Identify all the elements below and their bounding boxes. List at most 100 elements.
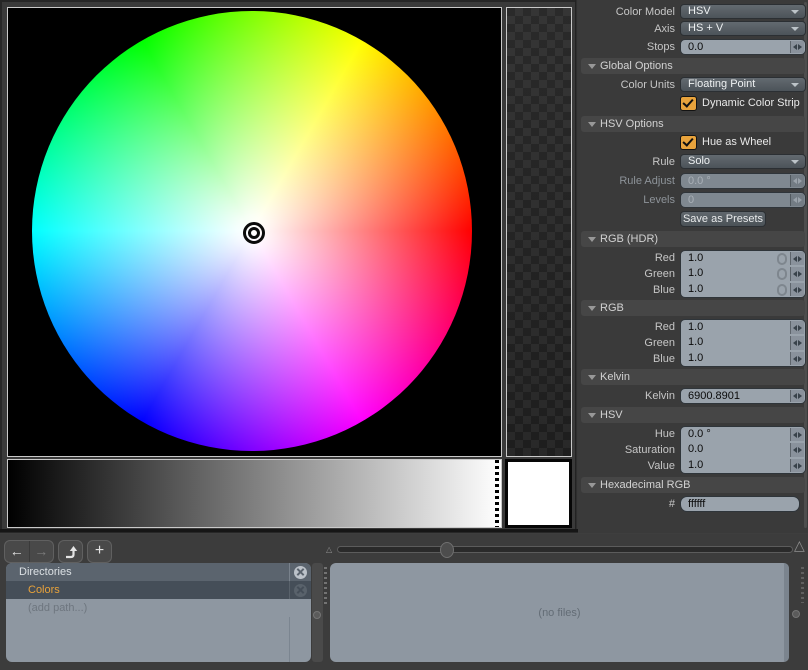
- rgb-red-label: Red: [578, 319, 675, 335]
- value-field[interactable]: 1.0: [680, 458, 806, 474]
- preset-browser: ← → + △ △ Directories Colors (add path..…: [0, 534, 808, 670]
- up-arrow-icon: [64, 545, 78, 559]
- collapse-triangle-icon: [588, 413, 596, 418]
- value-gradient-strip[interactable]: [7, 459, 502, 528]
- spinner-icon[interactable]: [790, 267, 804, 281]
- spinner-icon[interactable]: [790, 352, 804, 365]
- section-hsv[interactable]: HSV: [581, 407, 805, 423]
- splitter-dots: [801, 567, 804, 603]
- mini-dial-icon[interactable]: [777, 268, 787, 280]
- thumb-size-min-icon[interactable]: △: [326, 545, 332, 555]
- alpha-strip[interactable]: [506, 7, 572, 457]
- collapse-triangle-icon: [588, 306, 596, 311]
- dynamic-color-strip-label: Dynamic Color Strip: [702, 96, 800, 111]
- save-as-presets-button[interactable]: Save as Presets: [680, 211, 766, 227]
- hex-field[interactable]: ffffff: [680, 496, 800, 512]
- thumbnail-size-slider[interactable]: [337, 546, 793, 553]
- hdr-blue-field[interactable]: 1.0: [680, 282, 806, 298]
- value-marker[interactable]: [495, 460, 499, 527]
- hdr-red-field[interactable]: 1.0: [680, 250, 806, 266]
- rgb-green-field[interactable]: 1.0: [680, 335, 806, 351]
- spinner-icon[interactable]: [790, 283, 804, 296]
- files-panel: (no files): [330, 563, 789, 662]
- color-model-dropdown[interactable]: HSV: [680, 4, 806, 19]
- hex-label: #: [578, 496, 675, 512]
- kelvin-field[interactable]: 6900.8901: [680, 388, 806, 404]
- column-divider: [289, 617, 290, 662]
- levels-label: Levels: [578, 192, 675, 208]
- directory-item-colors[interactable]: Colors: [6, 581, 311, 599]
- rgb-green-label: Green: [578, 335, 675, 351]
- section-rgb[interactable]: RGB: [581, 300, 805, 316]
- parameter-panel: Color Model HSV Axis HS + V Stops 0.0 Gl…: [578, 0, 808, 533]
- mini-dial-icon[interactable]: [777, 284, 787, 296]
- rule-adjust-field: 0.0 °: [680, 173, 806, 189]
- collapse-triangle-icon: [588, 237, 596, 242]
- spinner-icon[interactable]: [790, 321, 804, 334]
- history-button-group: ← →: [4, 540, 54, 563]
- collapse-triangle-icon: [588, 483, 596, 488]
- hue-as-wheel-checkbox[interactable]: [680, 135, 697, 150]
- directories-header[interactable]: Directories: [6, 563, 311, 581]
- current-color-swatch: [505, 459, 572, 528]
- window-edge-left: [0, 0, 2, 533]
- rule-label: Rule: [578, 154, 675, 170]
- section-rgb-hdr[interactable]: RGB (HDR): [581, 231, 805, 247]
- add-button[interactable]: +: [87, 540, 112, 563]
- collapse-triangle-icon: [588, 375, 596, 380]
- chevron-down-icon: [791, 10, 799, 14]
- rgb-blue-label: Blue: [578, 351, 675, 367]
- hue-label: Hue: [578, 426, 675, 442]
- stops-label: Stops: [578, 39, 675, 55]
- splitter-dots: [324, 567, 327, 605]
- spinner-icon[interactable]: [790, 336, 804, 350]
- section-hexadecimal-rgb[interactable]: Hexadecimal RGB: [581, 477, 805, 493]
- chevron-down-icon: [791, 160, 799, 164]
- back-button[interactable]: ←: [5, 541, 30, 562]
- stops-field[interactable]: 0.0: [680, 39, 806, 55]
- chevron-down-icon: [791, 83, 799, 87]
- rgb-blue-field[interactable]: 1.0: [680, 351, 806, 367]
- color-units-dropdown[interactable]: Floating Point: [680, 77, 806, 92]
- hdr-red-label: Red: [578, 250, 675, 266]
- gear-icon[interactable]: [294, 566, 307, 579]
- up-directory-button[interactable]: [58, 540, 83, 563]
- collapse-triangle-icon: [588, 64, 596, 69]
- splitter-knob[interactable]: [313, 611, 321, 619]
- dynamic-color-strip-checkbox[interactable]: [680, 96, 697, 111]
- spinner-icon[interactable]: [790, 41, 804, 53]
- splitter-knob[interactable]: [792, 610, 800, 618]
- color-wheel-viewport[interactable]: [7, 7, 502, 457]
- collapse-triangle-icon: [588, 122, 596, 127]
- rgb-red-field[interactable]: 1.0: [680, 319, 806, 335]
- section-hsv-options[interactable]: HSV Options: [581, 116, 805, 132]
- axis-dropdown[interactable]: HS + V: [680, 21, 806, 36]
- spinner-icon[interactable]: [790, 428, 804, 441]
- hue-field[interactable]: 0.0 °: [680, 426, 806, 442]
- directories-panel: Directories Colors (add path...): [6, 563, 311, 662]
- color-position-marker[interactable]: [243, 222, 265, 244]
- value-label: Value: [578, 458, 675, 474]
- spinner-icon: [790, 175, 804, 187]
- thumbnail-size-slider-thumb[interactable]: [440, 542, 454, 558]
- spinner-icon[interactable]: [790, 443, 804, 457]
- saturation-label: Saturation: [578, 442, 675, 458]
- no-files-text: (no files): [538, 607, 580, 619]
- color-model-label: Color Model: [578, 4, 675, 20]
- hdr-blue-label: Blue: [578, 282, 675, 298]
- section-kelvin[interactable]: Kelvin: [581, 369, 805, 385]
- gear-icon[interactable]: [294, 584, 307, 597]
- section-global-options[interactable]: Global Options: [581, 58, 805, 74]
- spinner-icon[interactable]: [790, 252, 804, 265]
- spinner-icon[interactable]: [790, 390, 804, 402]
- spinner-icon: [790, 194, 804, 206]
- forward-button[interactable]: →: [30, 541, 54, 562]
- rule-adjust-label: Rule Adjust: [578, 173, 675, 189]
- hdr-green-field[interactable]: 1.0: [680, 266, 806, 282]
- saturation-field[interactable]: 0.0: [680, 442, 806, 458]
- spinner-icon[interactable]: [790, 459, 804, 472]
- mini-dial-icon[interactable]: [777, 253, 787, 265]
- thumb-size-max-icon[interactable]: △: [794, 540, 805, 550]
- rule-dropdown[interactable]: Solo: [680, 154, 806, 169]
- add-path-item[interactable]: (add path...): [6, 599, 311, 617]
